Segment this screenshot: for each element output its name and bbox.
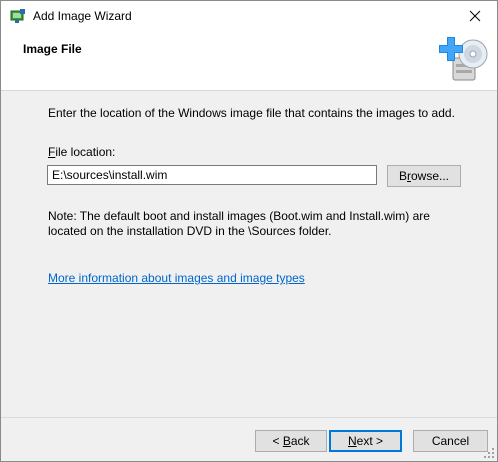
back-button[interactable]: < Back <box>255 430 327 452</box>
title-bar: Add Image Wizard <box>1 1 497 31</box>
footer-separator <box>1 417 497 418</box>
file-location-input[interactable] <box>47 165 377 185</box>
browse-button[interactable]: Br owse... <box>387 165 461 187</box>
more-info-link[interactable]: More information about images and image … <box>48 271 305 285</box>
next-button[interactable]: Next > <box>329 430 402 452</box>
close-button[interactable] <box>453 1 497 31</box>
close-icon <box>469 10 481 22</box>
file-location-label: File location: <box>48 145 116 159</box>
note-text: Note: The default boot and install image… <box>48 209 430 238</box>
wizard-content: Enter the location of the Windows image … <box>1 91 497 421</box>
instruction-text: Enter the location of the Windows image … <box>48 106 455 120</box>
cancel-button[interactable]: Cancel <box>413 430 488 452</box>
wizard-header: Image File <box>1 31 497 91</box>
window-title: Add Image Wizard <box>33 9 132 23</box>
add-image-disc-icon <box>439 37 488 81</box>
page-title: Image File <box>23 42 82 56</box>
wizard-window: Add Image Wizard Image File Enter the lo… <box>0 0 498 462</box>
resize-grip-icon[interactable] <box>483 447 495 459</box>
app-icon <box>10 9 25 23</box>
